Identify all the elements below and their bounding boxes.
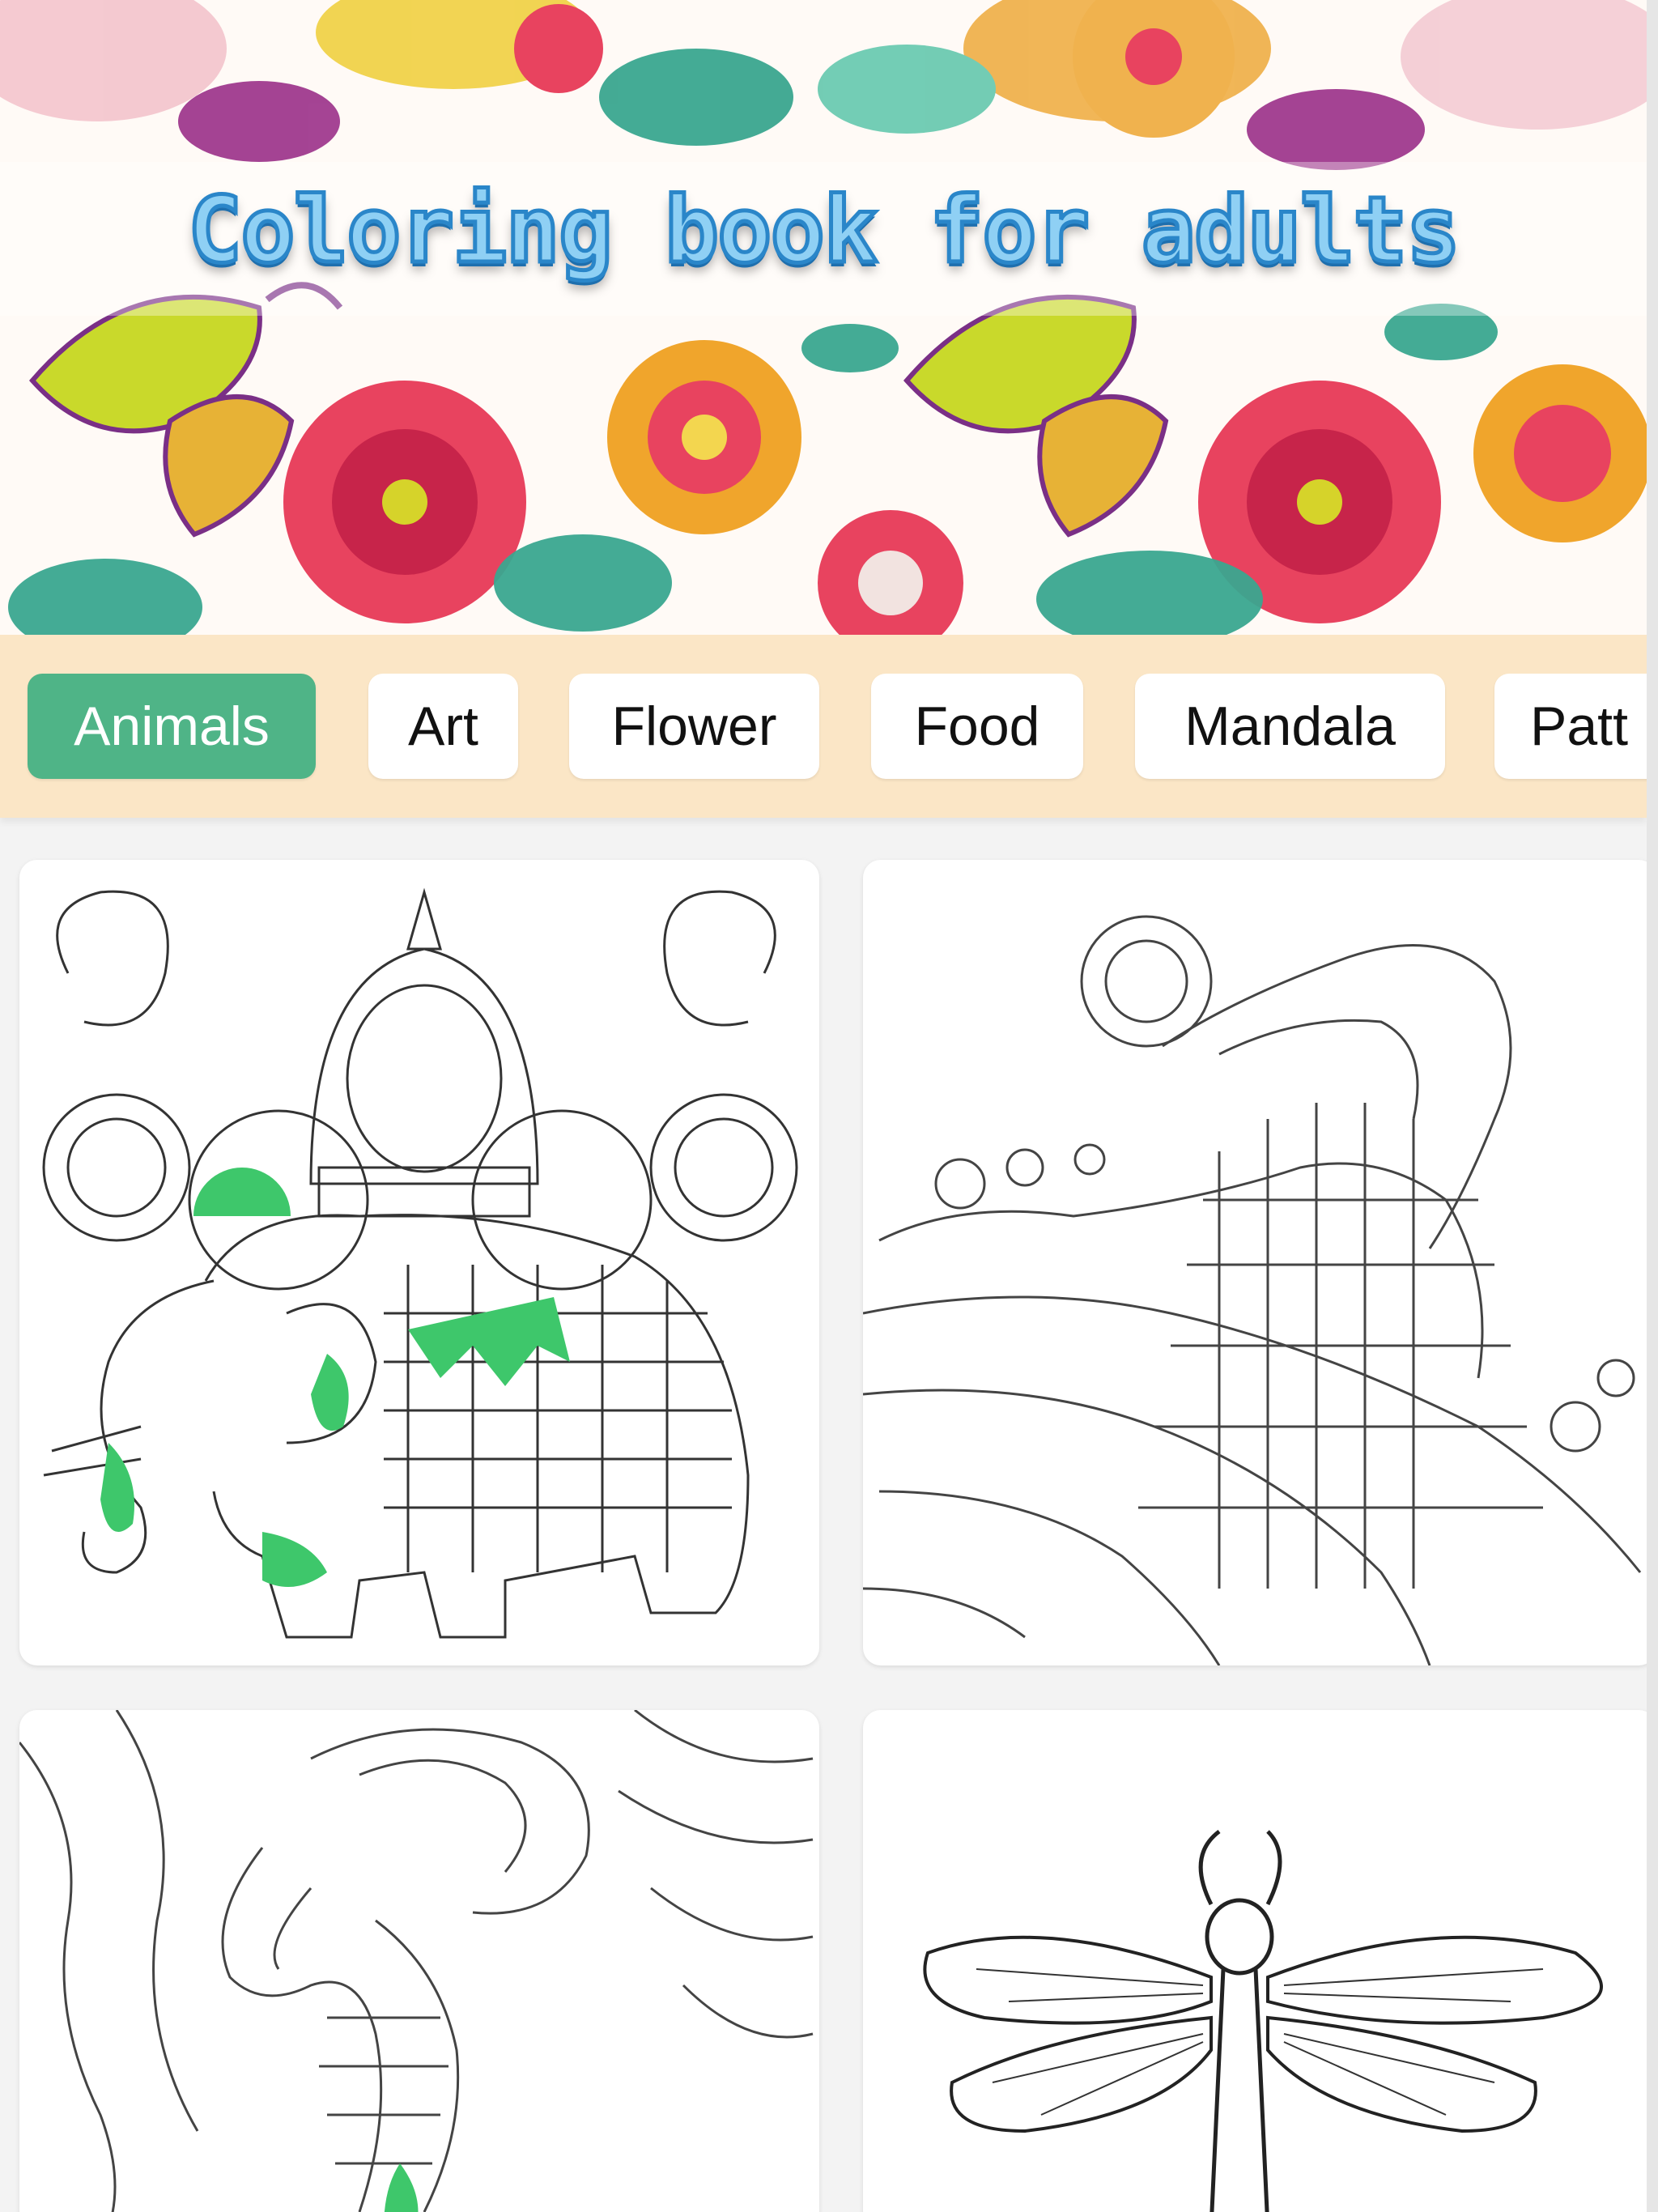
tab-mandala[interactable]: Mandala — [1135, 674, 1445, 779]
tab-art[interactable]: Art — [368, 674, 518, 779]
scrollbar-track[interactable] — [1647, 0, 1658, 2212]
gallery-item-elephant[interactable] — [19, 860, 819, 1665]
seahorse-drawing-icon — [19, 1710, 814, 2212]
tab-food[interactable]: Food — [871, 674, 1083, 779]
header-banner: Coloring book for adults — [0, 0, 1647, 635]
gallery-item-peacock[interactable] — [863, 860, 1656, 1665]
peacock-drawing-icon — [863, 915, 1642, 1665]
app-title: Coloring book for adults — [185, 177, 1462, 286]
dragonfly-drawing-icon — [923, 1830, 1603, 2212]
elephant-drawing-icon — [42, 887, 798, 1639]
tab-pattern[interactable]: Patt — [1494, 674, 1647, 779]
tab-flower[interactable]: Flower — [569, 674, 819, 779]
app-screen: Coloring book for adults Animals Art Flo… — [0, 0, 1658, 2212]
gallery-item-seahorse[interactable] — [19, 1710, 819, 2212]
tab-animals[interactable]: Animals — [28, 674, 316, 779]
floral-pattern-illustration — [0, 0, 1647, 635]
category-tab-bar: Animals Art Flower Food Mandala Patt — [0, 635, 1647, 818]
gallery-item-dragonfly[interactable] — [863, 1710, 1656, 2212]
